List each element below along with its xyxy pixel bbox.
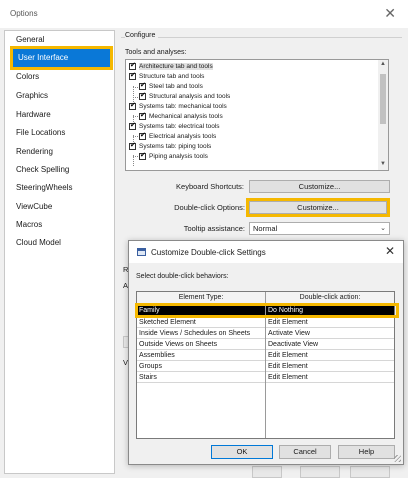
nav-item-user-interface[interactable]: User Interface [10, 46, 113, 70]
close-icon[interactable]: ✕ [385, 244, 395, 258]
tree-connector [133, 156, 138, 157]
tree-connector [133, 97, 138, 98]
action-cell[interactable]: Edit Element [268, 373, 308, 383]
hidden-button [350, 466, 390, 478]
checkbox[interactable] [139, 111, 146, 120]
checkbox[interactable] [139, 151, 146, 160]
tools-tree: Architecture tab and tools Structure tab… [125, 59, 389, 171]
options-titlebar: Options ✕ [0, 0, 408, 28]
nav-item-graphics[interactable]: Graphics [16, 91, 48, 100]
tree-item-structural-analysis[interactable]: Structural analysis and tools [139, 91, 231, 102]
keyboard-shortcuts-label: Keyboard Shortcuts: [176, 182, 244, 191]
tree-item-label: Architecture tab and tools [139, 63, 213, 70]
tree-item-label: Electrical analysis tools [149, 133, 217, 140]
tree-item-label: Structural analysis and tools [149, 93, 231, 100]
tree-item-label: Systems tab: electrical tools [139, 123, 220, 130]
column-header-action: Double-click action: [299, 294, 361, 301]
nav-item-hardware[interactable]: Hardware [16, 110, 51, 119]
nav-item-cloud-model[interactable]: Cloud Model [16, 238, 61, 247]
nav-item-general[interactable]: General [16, 35, 44, 44]
tooltip-assistance-value: Normal [253, 224, 278, 233]
tree-item-label: Structure tab and tools [139, 73, 205, 80]
action-cell[interactable]: Edit Element [268, 362, 308, 372]
doubleclick-options-label: Double-click Options: [174, 203, 245, 212]
nav-item-colors[interactable]: Colors [16, 72, 39, 81]
nav-item-check-spelling[interactable]: Check Spelling [16, 165, 69, 174]
tree-item-label: Steel tab and tools [149, 83, 203, 90]
action-cell[interactable]: Edit Element [268, 318, 308, 328]
nav-item-steeringwheels[interactable]: SteeringWheels [16, 183, 72, 192]
checkbox[interactable] [129, 71, 136, 80]
dialog-titlebar: Customize Double-click Settings ✕ [129, 241, 403, 263]
element-type-cell: Outside Views on Sheets [139, 341, 218, 348]
nav-item-viewcube[interactable]: ViewCube [16, 202, 52, 211]
doubleclick-highlight [246, 198, 390, 217]
scroll-thumb[interactable] [380, 74, 386, 124]
configure-group-label: Configure [125, 32, 159, 39]
element-type-cell: Assemblies [139, 352, 175, 359]
dialog-instruction: Select double-click behaviors: [136, 273, 229, 280]
tooltip-assistance-select[interactable]: Normal ⌄ [249, 222, 390, 235]
hidden-button [300, 466, 340, 478]
close-icon[interactable]: ✕ [384, 5, 396, 22]
tree-item-label: Systems tab: mechanical tools [139, 103, 227, 110]
window-title: Options [10, 9, 38, 18]
element-type-cell: Sketched Element [139, 319, 196, 326]
checkbox[interactable] [129, 141, 136, 150]
cancel-button[interactable]: Cancel [279, 445, 331, 459]
doubleclick-settings-dialog: Customize Double-click Settings ✕ Select… [128, 240, 404, 465]
tree-connector [133, 136, 138, 137]
tree-item-label: Systems tab: piping tools [139, 143, 212, 150]
checkbox[interactable] [139, 81, 146, 90]
dialog-title: Customize Double-click Settings [151, 248, 266, 257]
checkbox[interactable] [129, 101, 136, 110]
tree-item-mechanical-analysis[interactable]: Mechanical analysis tools [139, 111, 223, 122]
hidden-button [252, 466, 282, 478]
tree-connector [133, 116, 138, 117]
tree-item-label: Piping analysis tools [149, 153, 208, 160]
chevron-down-icon: ⌄ [380, 225, 386, 232]
tree-item-piping-analysis[interactable]: Piping analysis tools [139, 151, 208, 162]
tree-item-architecture[interactable]: Architecture tab and tools [129, 61, 213, 72]
nav-item-file-locations[interactable]: File Locations [16, 128, 65, 137]
help-button[interactable]: Help [338, 445, 395, 459]
family-row-highlight [135, 303, 399, 318]
tree-item-label: Mechanical analysis tools [149, 113, 223, 120]
scroll-up-icon[interactable]: ▲ [380, 61, 386, 67]
tree-item-steel[interactable]: Steel tab and tools [139, 81, 203, 92]
element-type-cell: Inside Views / Schedules on Sheets [139, 330, 251, 337]
options-nav: General User Interface Colors Graphics H… [4, 30, 115, 474]
action-cell[interactable]: Activate View [268, 329, 310, 339]
element-type-cell: Groups [139, 363, 162, 370]
action-cell[interactable]: Deactivate View [268, 340, 318, 350]
tooltip-assistance-label: Tooltip assistance: [183, 224, 245, 233]
column-header-element-type: Element Type: [178, 294, 224, 301]
checkbox[interactable] [129, 121, 136, 130]
tree-item-electrical-analysis[interactable]: Electrical analysis tools [139, 131, 217, 142]
resize-grip[interactable] [394, 455, 401, 462]
action-cell[interactable]: Edit Element [268, 351, 308, 361]
checkbox[interactable] [139, 131, 146, 140]
tree-connector [133, 87, 138, 88]
scroll-down-icon[interactable]: ▼ [380, 161, 386, 167]
keyboard-customize-button[interactable]: Customize... [249, 180, 390, 193]
checkbox[interactable] [129, 61, 136, 70]
nav-item-macros[interactable]: Macros [16, 220, 42, 229]
nav-item-rendering[interactable]: Rendering [16, 147, 53, 156]
ok-button[interactable]: OK [211, 445, 273, 459]
element-type-cell: Stairs [139, 374, 157, 381]
dialog-window-icon [137, 248, 146, 256]
tree-scrollbar[interactable]: ▲ ▼ [378, 60, 388, 170]
tools-label: Tools and analyses: [125, 49, 187, 56]
checkbox[interactable] [139, 91, 146, 100]
group-divider [121, 37, 402, 38]
